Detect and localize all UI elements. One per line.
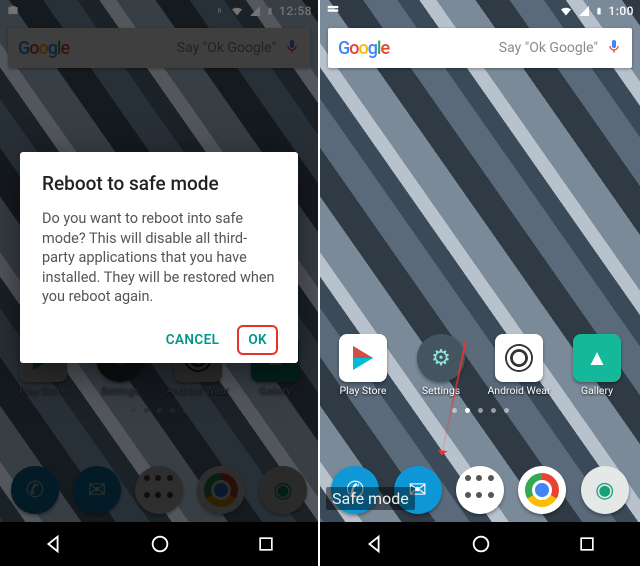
safe-mode-badge: Safe mode: [326, 487, 415, 510]
dialog-title: Reboot to safe mode: [42, 172, 278, 195]
gallery-icon: ▲: [573, 334, 621, 382]
back-icon[interactable]: [42, 533, 64, 555]
recents-icon[interactable]: [256, 534, 276, 554]
search-hint: Say "Ok Google": [389, 40, 598, 56]
dialog-body: Do you want to reboot into safe mode? Th…: [42, 209, 278, 307]
mic-icon[interactable]: [606, 38, 622, 58]
camera-app-icon: ◉: [581, 466, 629, 514]
safe-mode-dialog: Reboot to safe mode Do you want to reboo…: [20, 152, 298, 363]
dock-app-drawer[interactable]: [451, 466, 509, 514]
play-store-icon: [353, 346, 373, 370]
page-indicator: [320, 408, 640, 413]
app-drawer-icon: [465, 475, 495, 505]
dock-chrome[interactable]: [513, 466, 571, 514]
app-play-store[interactable]: Play Store: [334, 334, 392, 397]
dock-camera[interactable]: ◉: [576, 466, 634, 514]
chrome-icon: [525, 473, 559, 507]
clock: 1:00: [608, 4, 634, 18]
phone-left: R 12:58 Google Say "Ok Google" Play Stor…: [0, 0, 320, 566]
ok-button[interactable]: OK: [237, 325, 278, 355]
app-gallery[interactable]: ▲ Gallery: [568, 334, 626, 397]
recents-icon[interactable]: [577, 534, 597, 554]
nav-bar: [320, 522, 640, 566]
home-icon[interactable]: [470, 533, 492, 555]
back-icon[interactable]: [363, 533, 385, 555]
app-android-wear[interactable]: Android Wear: [490, 334, 548, 397]
cancel-button[interactable]: Cancel: [156, 325, 230, 355]
home-icon[interactable]: [149, 533, 171, 555]
phone-right: 1:00 Google Say "Ok Google" Play Store ⚙…: [320, 0, 640, 566]
status-bar: 1:00: [320, 0, 640, 22]
wifi-icon: [559, 5, 573, 17]
android-wear-icon: [505, 344, 533, 372]
nav-bar: [0, 522, 318, 566]
signal-icon: [578, 5, 590, 17]
notification-icon: [326, 3, 340, 17]
google-search-bar[interactable]: Google Say "Ok Google": [328, 28, 632, 68]
google-logo: Google: [338, 38, 389, 59]
home-app-row: Play Store ⚙ Settings Android Wear ▲ Gal…: [320, 334, 640, 397]
battery-icon: [595, 4, 603, 18]
